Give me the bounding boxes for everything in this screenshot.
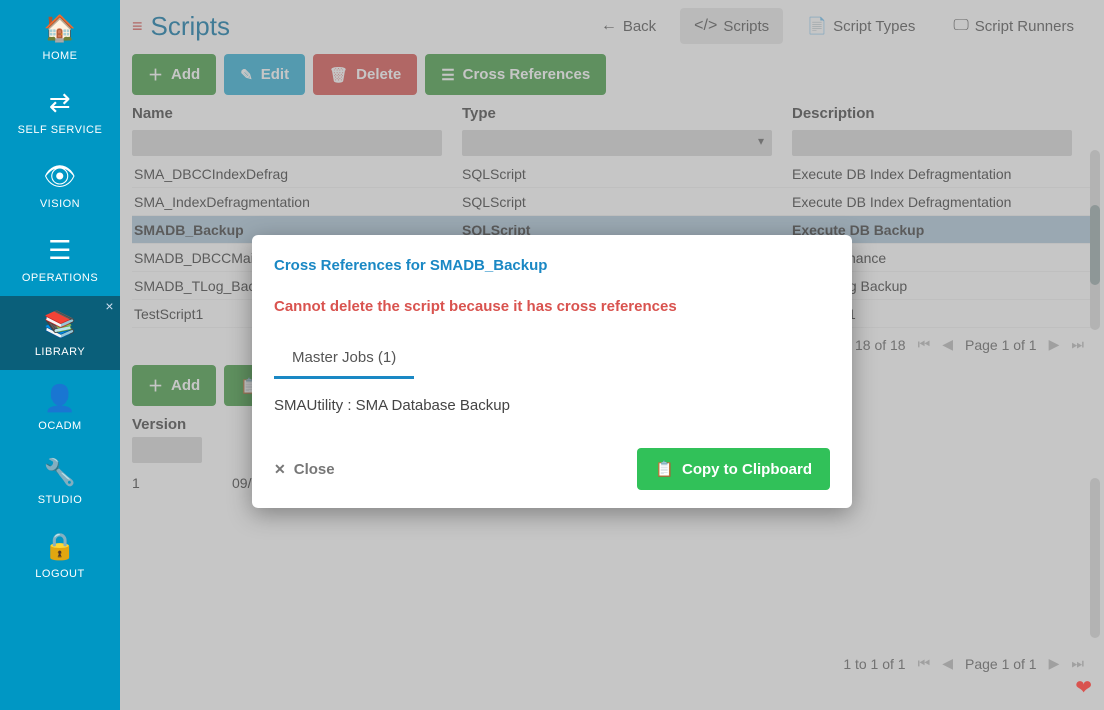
- heartbeat-icon[interactable]: ❤: [1075, 675, 1092, 700]
- modal-title: Cross References for SMADB_Backup: [274, 257, 830, 274]
- sidebar: 🏠 HOME ⇄ SELF SERVICE 👁 VISION ☰ OPERATI…: [0, 0, 120, 710]
- modal-actions: ✕ Close 📋 Copy to Clipboard: [274, 448, 830, 490]
- sidebar-item-studio[interactable]: 🔧 STUDIO: [0, 444, 120, 518]
- close-button[interactable]: ✕ Close: [274, 461, 335, 478]
- wrench-icon: 🔧: [44, 457, 77, 488]
- sidebar-item-vision[interactable]: 👁 VISION: [0, 148, 120, 222]
- tab-masterjobs[interactable]: Master Jobs (1): [274, 341, 414, 379]
- crossrefs-modal: Cross References for SMADB_Backup Cannot…: [252, 235, 852, 508]
- sidebar-item-operations[interactable]: ☰ OPERATIONS: [0, 222, 120, 296]
- sidebar-item-label: HOME: [43, 50, 78, 62]
- user-icon: 👤: [44, 383, 77, 414]
- sidebar-item-logout[interactable]: 🔒 LOGOUT: [0, 518, 120, 592]
- sidebar-item-label: OCADM: [38, 420, 81, 432]
- copy-clipboard-button[interactable]: 📋 Copy to Clipboard: [637, 448, 830, 490]
- eye-icon: 👁: [43, 161, 77, 192]
- sidebar-item-selfservice[interactable]: ⇄ SELF SERVICE: [0, 74, 120, 148]
- home-icon: 🏠: [44, 13, 77, 44]
- close-label: Close: [294, 461, 335, 478]
- list-icon: ☰: [48, 235, 72, 266]
- sidebar-item-ocadm[interactable]: 👤 OCADM: [0, 370, 120, 444]
- sidebar-item-library[interactable]: × 📚 LIBRARY: [0, 296, 120, 370]
- sidebar-item-home[interactable]: 🏠 HOME: [0, 0, 120, 74]
- clipboard-icon: 📋: [655, 460, 674, 478]
- sidebar-item-label: LOGOUT: [35, 568, 84, 580]
- lock-icon: 🔒: [44, 531, 77, 562]
- sidebar-item-label: STUDIO: [38, 494, 83, 506]
- copy-label: Copy to Clipboard: [682, 461, 812, 478]
- sidebar-item-label: VISION: [40, 198, 80, 210]
- swap-icon: ⇄: [49, 87, 71, 118]
- modal-body: SMAUtility : SMA Database Backup: [274, 397, 830, 414]
- sidebar-item-label: OPERATIONS: [22, 272, 98, 284]
- library-icon: 📚: [44, 309, 77, 340]
- modal-error: Cannot delete the script because it has …: [274, 298, 830, 315]
- sidebar-item-label: LIBRARY: [35, 346, 85, 358]
- close-icon[interactable]: ×: [105, 298, 114, 314]
- close-icon: ✕: [274, 461, 286, 478]
- sidebar-item-label: SELF SERVICE: [18, 124, 103, 136]
